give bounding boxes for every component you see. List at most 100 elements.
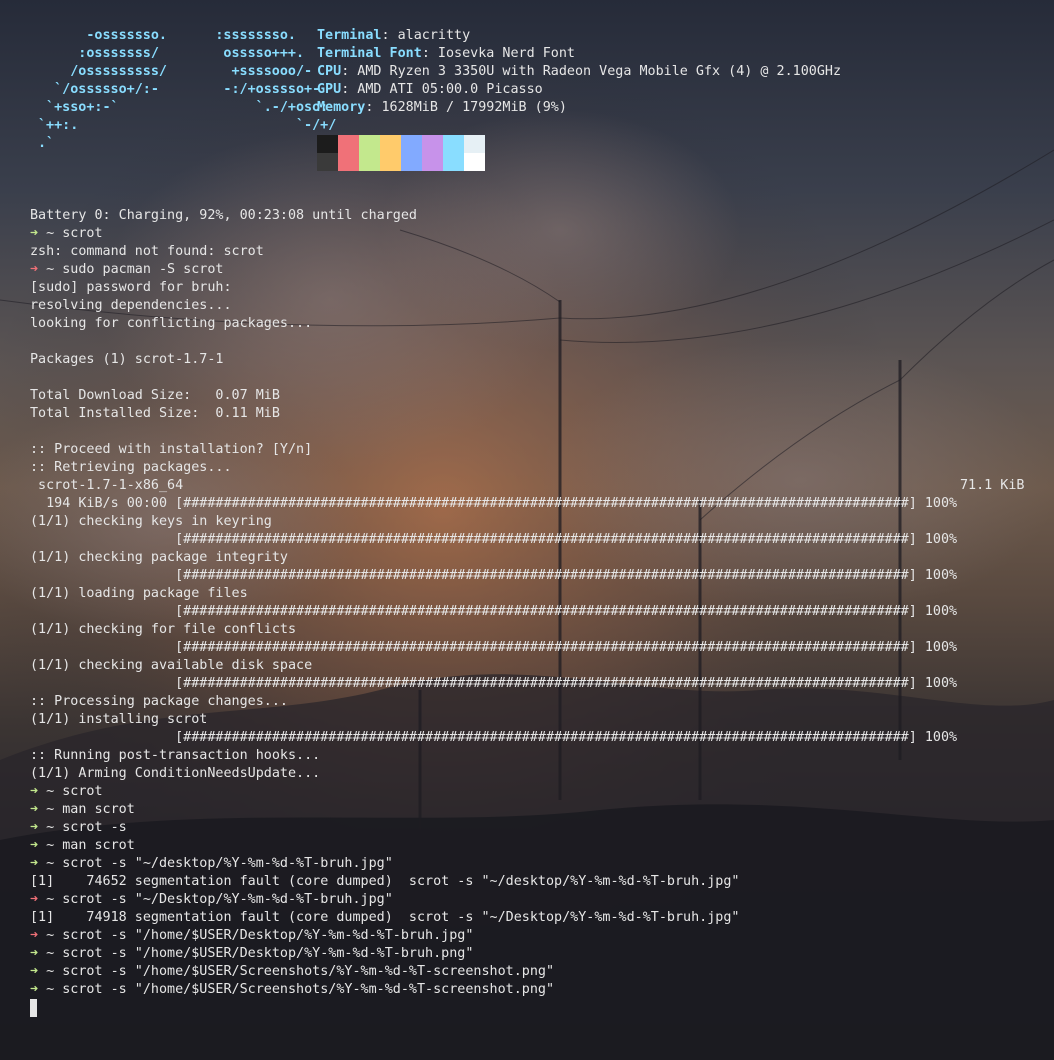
prompt-directory: ~ — [46, 856, 55, 871]
ascii-logo-line: .` `/ — [38, 136, 337, 151]
command-text: scrot -s "/home/$USER/Desktop/%Y-%m-%d-%… — [62, 928, 474, 943]
terminal-window[interactable]: -osssssso. :ssssssso. :osssssss/ osssso+… — [0, 0, 1054, 1060]
prompt-arrow-success-icon: ➜ — [30, 964, 39, 979]
command-text: man scrot — [62, 838, 135, 853]
command-text: sudo pacman -S scrot — [62, 262, 224, 277]
prompt-line: ➜ ~ man scrot — [30, 837, 1030, 855]
prompt-line: ➜ ~ scrot -s — [30, 819, 1030, 837]
color-swatch — [317, 153, 338, 171]
info-row: Memory: 1628MiB / 17992MiB (9%) — [317, 99, 841, 117]
color-swatch — [401, 135, 422, 153]
download-size: 71.1 KiB — [960, 478, 1025, 493]
output-text: 194 KiB/s 00:00 [#######################… — [30, 496, 958, 511]
info-value: : alacritty — [381, 28, 471, 43]
output-text: Total Download Size: 0.07 MiB — [30, 388, 280, 403]
command-text: scrot -s "/home/$USER/Desktop/%Y-%m-%d-%… — [62, 946, 474, 961]
output-text: scrot-1.7-1-x86_64 — [30, 478, 184, 493]
ascii-logo-line: `+sso+:-` `.-/+oso: — [38, 100, 329, 115]
output-line: 194 KiB/s 00:00 [#######################… — [30, 495, 1030, 513]
command-text: scrot -s "~/Desktop/%Y-%m-%d-%T-bruh.jpg… — [62, 892, 393, 907]
output-text: (1/1) Arming ConditionNeedsUpdate... — [30, 766, 321, 781]
prompt-directory: ~ — [46, 892, 55, 907]
prompt-arrow-success-icon: ➜ — [30, 856, 39, 871]
info-row: CPU: AMD Ryzen 3 3350U with Radeon Vega … — [317, 63, 841, 81]
color-swatch — [464, 135, 485, 153]
output-text: looking for conflicting packages... — [30, 316, 313, 331]
output-text: (1/1) checking for file conflicts — [30, 622, 297, 637]
info-value: : Iosevka Nerd Font — [421, 46, 575, 61]
info-key: CPU — [317, 64, 342, 79]
info-key: Terminal Font — [317, 46, 422, 61]
output-text: Total Installed Size: 0.11 MiB — [30, 406, 280, 421]
output-text: [1] 74652 segmentation fault (core dumpe… — [30, 874, 740, 889]
output-line: (1/1) Arming ConditionNeedsUpdate... — [30, 765, 1030, 783]
ascii-logo-line: `/ossssso+/:- -:/+osssso+- — [38, 82, 321, 97]
output-text: Battery 0: Charging, 92%, 00:23:08 until… — [30, 208, 417, 223]
prompt-line: ➜ ~ scrot -s "/home/$USER/Screenshots/%Y… — [30, 963, 1030, 981]
color-swatch — [422, 153, 443, 171]
output-text: :: Retrieving packages... — [30, 460, 232, 475]
output-line: [1] 74652 segmentation fault (core dumpe… — [30, 873, 1030, 891]
ascii-logo-line: /osssssssss/ +ssssooo/- — [38, 64, 313, 79]
output-text: :: Proceed with installation? [Y/n] — [30, 442, 313, 457]
color-swatch — [317, 135, 338, 153]
command-text: man scrot — [62, 802, 135, 817]
output-text: [#######################################… — [30, 640, 958, 655]
color-swatch — [401, 153, 422, 171]
output-text: resolving dependencies... — [30, 298, 232, 313]
output-text: [#######################################… — [30, 730, 958, 745]
output-line: :: Retrieving packages... — [30, 459, 1030, 477]
output-line: (1/1) checking keys in keyring — [30, 513, 1030, 531]
prompt-arrow-error-icon: ➜ — [30, 928, 39, 943]
command-text: scrot — [62, 226, 103, 241]
prompt-arrow-success-icon: ➜ — [30, 820, 39, 835]
info-key: Memory — [317, 100, 366, 115]
color-swatch — [338, 135, 359, 153]
prompt-arrow-success-icon: ➜ — [30, 802, 39, 817]
prompt-directory: ~ — [46, 226, 55, 241]
color-palette — [317, 135, 485, 171]
output-line: [#######################################… — [30, 567, 1030, 585]
color-swatch — [380, 135, 401, 153]
output-line: Battery 0: Charging, 92%, 00:23:08 until… — [30, 207, 1030, 225]
output-text: (1/1) checking available disk space — [30, 658, 313, 673]
output-line: resolving dependencies... — [30, 297, 1030, 315]
output-line: [#######################################… — [30, 603, 1030, 621]
prompt-line: ➜ ~ scrot -s "/home/$USER/Screenshots/%Y… — [30, 981, 1030, 999]
output-line: (1/1) checking available disk space — [30, 657, 1030, 675]
prompt-directory: ~ — [46, 820, 55, 835]
output-text: [#######################################… — [30, 676, 958, 691]
prompt-line: ➜ ~ scrot -s "~/Desktop/%Y-%m-%d-%T-bruh… — [30, 891, 1030, 909]
output-line: zsh: command not found: scrot — [30, 243, 1030, 261]
output-line: [#######################################… — [30, 729, 1030, 747]
prompt-line: ➜ ~ scrot -s "/home/$USER/Desktop/%Y-%m-… — [30, 927, 1030, 945]
info-value: : AMD Ryzen 3 3350U with Radeon Vega Mob… — [341, 64, 842, 79]
command-text: scrot -s "/home/$USER/Screenshots/%Y-%m-… — [62, 982, 555, 997]
info-row: Terminal: alacritty — [317, 27, 841, 45]
output-line: :: Processing package changes... — [30, 693, 1030, 711]
prompt-directory: ~ — [46, 802, 55, 817]
output-text: Packages (1) scrot-1.7-1 — [30, 352, 224, 367]
output-line: (1/1) checking for file conflicts — [30, 621, 1030, 639]
prompt-directory: ~ — [46, 982, 55, 997]
color-swatch — [443, 135, 464, 153]
prompt-line: ➜ ~ scrot — [30, 783, 1030, 801]
output-text: (1/1) checking keys in keyring — [30, 514, 272, 529]
output-line: scrot-1.7-1-x86_64 71.1 KiB — [30, 477, 1030, 495]
output-text: (1/1) loading package files — [30, 586, 248, 601]
output-text: (1/1) installing scrot — [30, 712, 208, 727]
output-text: zsh: command not found: scrot — [30, 244, 264, 259]
output-line: looking for conflicting packages... — [30, 315, 1030, 333]
command-text: scrot -s — [62, 820, 127, 835]
color-swatch — [422, 135, 443, 153]
output-line: :: Proceed with installation? [Y/n] — [30, 441, 1030, 459]
prompt-directory: ~ — [46, 928, 55, 943]
output-line: Total Installed Size: 0.11 MiB — [30, 405, 1030, 423]
prompt-line: ➜ ~ sudo pacman -S scrot — [30, 261, 1030, 279]
prompt-arrow-error-icon: ➜ — [30, 262, 39, 277]
prompt-arrow-error-icon: ➜ — [30, 892, 39, 907]
output-line: [#######################################… — [30, 531, 1030, 549]
